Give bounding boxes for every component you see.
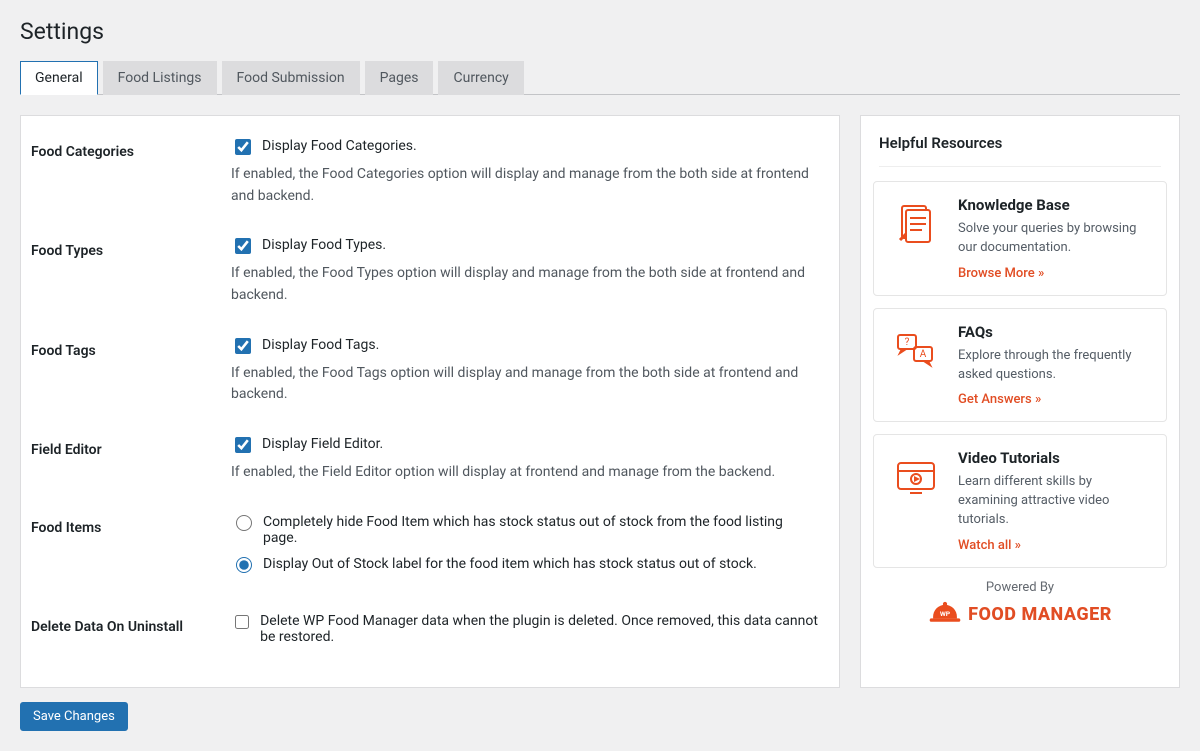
sidebar-title: Helpful Resources: [879, 134, 1161, 167]
svg-text:?: ?: [905, 337, 910, 348]
faq-icon: ?A: [888, 323, 944, 379]
resource-card-title: Video Tutorials: [958, 449, 1152, 467]
resource-card-0: Knowledge Base Solve your queries by brow…: [873, 181, 1167, 296]
resource-card-title: Knowledge Base: [958, 196, 1152, 214]
setting-field-food_tags: Display Food Tags. If enabled, the Food T…: [231, 325, 819, 424]
resource-card-link[interactable]: Watch all »: [958, 538, 1021, 553]
powered-by-label: Powered By: [861, 580, 1179, 595]
checkbox-label-delete_data: Delete WP Food Manager data when the plu…: [260, 613, 819, 645]
setting-field-delete_data: Delete WP Food Manager data when the plu…: [231, 601, 819, 667]
checkbox-label-food_categories: Display Food Categories.: [262, 138, 417, 154]
svg-text:A: A: [920, 349, 927, 360]
setting-description-field_editor: If enabled, the Field Editor option will…: [231, 462, 819, 484]
document-icon: [888, 196, 944, 252]
checkbox-label-food_types: Display Food Types.: [262, 237, 386, 253]
setting-description-food_tags: If enabled, the Food Tags option will di…: [231, 363, 819, 406]
resource-card-2: Video Tutorials Learn different skills by…: [873, 434, 1167, 568]
helpful-resources-panel: Helpful Resources Knowledge Base Solve yo…: [860, 115, 1180, 688]
resource-card-text: Solve your queries by browsing our docum…: [958, 220, 1152, 258]
checkbox-food_tags[interactable]: [235, 338, 251, 354]
tabs-nav: GeneralFood ListingsFood SubmissionPages…: [20, 61, 1180, 95]
video-icon: [888, 449, 944, 505]
save-changes-button[interactable]: Save Changes: [20, 702, 128, 731]
setting-field-field_editor: Display Field Editor. If enabled, the Fie…: [231, 424, 819, 502]
radio-food_items-0[interactable]: [236, 515, 252, 531]
resource-card-text: Learn different skills by examining attr…: [958, 473, 1152, 530]
setting-label-food_types: Food Types: [31, 225, 231, 324]
radio-label-food_items-1: Display Out of Stock label for the food …: [263, 556, 757, 572]
tab-food-listings[interactable]: Food Listings: [103, 61, 217, 95]
page-title: Settings: [20, 18, 1180, 45]
tab-general[interactable]: General: [20, 61, 98, 95]
radio-food_items-1[interactable]: [236, 557, 252, 573]
logo-text: FOOD MANAGER: [968, 604, 1112, 625]
checkbox-field_editor[interactable]: [235, 437, 251, 453]
checkbox-food_categories[interactable]: [235, 139, 251, 155]
setting-description-food_types: If enabled, the Food Types option will d…: [231, 263, 819, 306]
checkbox-label-food_tags: Display Food Tags.: [262, 337, 379, 353]
setting-field-food_types: Display Food Types. If enabled, the Food …: [231, 225, 819, 324]
checkbox-delete_data[interactable]: [235, 614, 249, 630]
resource-card-link[interactable]: Browse More »: [958, 266, 1044, 281]
settings-panel: Food Categories Display Food Categories. I…: [20, 115, 840, 688]
setting-label-food_categories: Food Categories: [31, 126, 231, 225]
resource-card-1: ?AFAQsExplore through the frequently ask…: [873, 308, 1167, 423]
wp-food-manager-logo: WP FOOD MANAGER: [861, 601, 1179, 629]
setting-label-field_editor: Field Editor: [31, 424, 231, 502]
radio-label-food_items-0: Completely hide Food Item which has stoc…: [263, 514, 819, 546]
checkbox-label-field_editor: Display Field Editor.: [262, 436, 383, 452]
cloche-icon: WP: [928, 601, 962, 629]
svg-text:WP: WP: [940, 610, 951, 618]
resource-card-text: Explore through the frequently asked que…: [958, 347, 1152, 385]
setting-label-delete_data: Delete Data On Uninstall: [31, 601, 231, 667]
setting-field-food_categories: Display Food Categories. If enabled, the …: [231, 126, 819, 225]
setting-label-food_tags: Food Tags: [31, 325, 231, 424]
checkbox-food_types[interactable]: [235, 238, 251, 254]
resource-card-title: FAQs: [958, 323, 1152, 341]
setting-description-food_categories: If enabled, the Food Categories option w…: [231, 164, 819, 207]
resource-card-link[interactable]: Get Answers »: [958, 392, 1041, 407]
setting-field-food_items: Completely hide Food Item which has stoc…: [231, 502, 819, 601]
tab-pages[interactable]: Pages: [365, 61, 434, 95]
tab-currency[interactable]: Currency: [438, 61, 523, 95]
setting-label-food_items: Food Items: [31, 502, 231, 601]
tab-food-submission[interactable]: Food Submission: [222, 61, 360, 95]
